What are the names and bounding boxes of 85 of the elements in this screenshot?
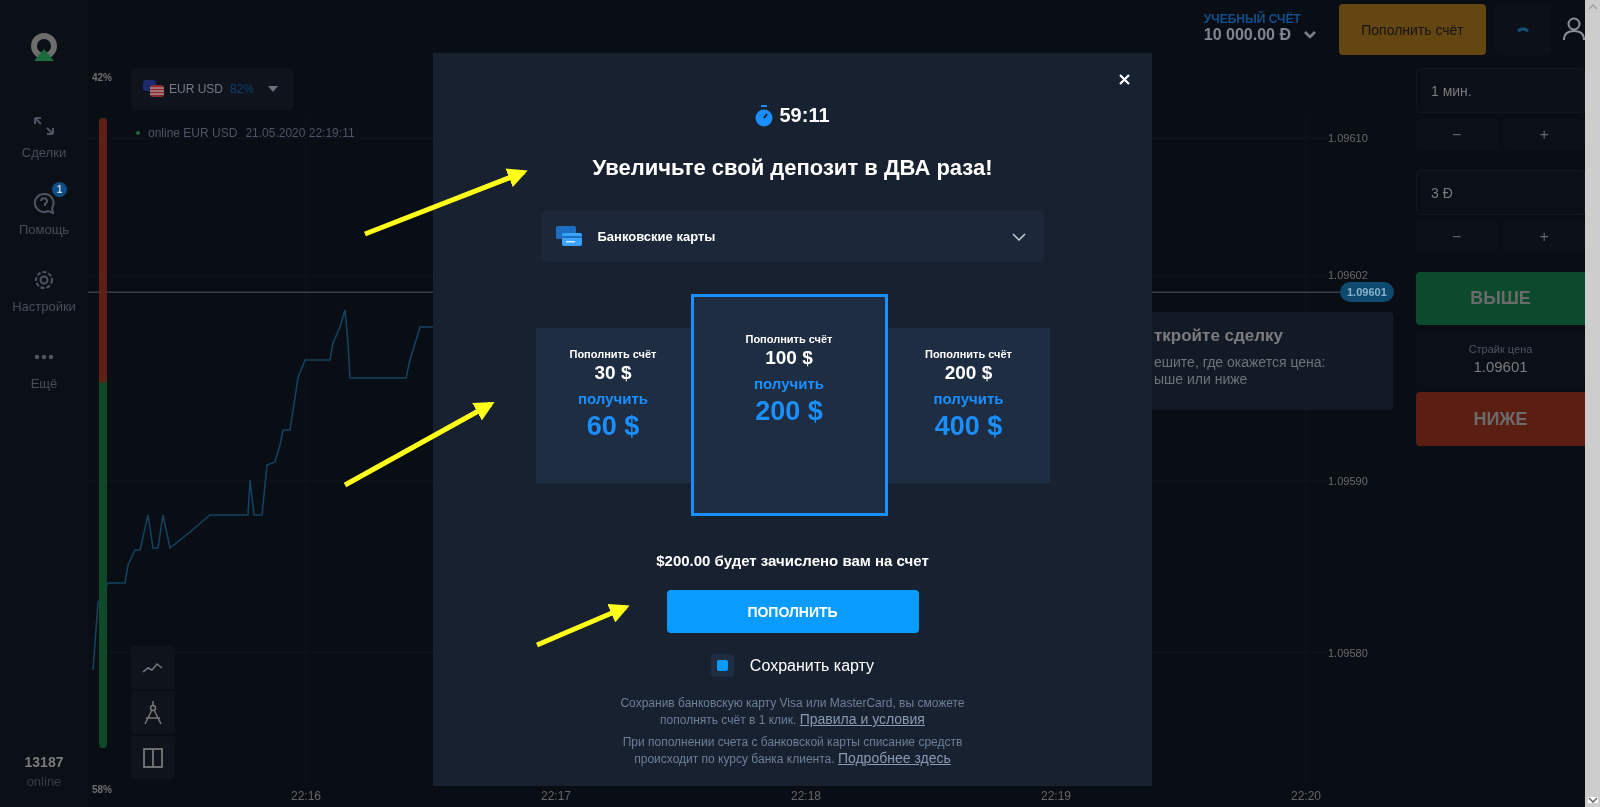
strike-label: Страйк цена [1468,342,1533,355]
time-field[interactable]: 1 мин. [1416,68,1585,113]
checkbox[interactable] [710,654,734,677]
payment-method-dropdown[interactable]: Банковские карты [541,211,1044,262]
sidebar-item[interactable]: Сделки [15,105,73,160]
info-note: Сохранив банковскую карту Visa или MasterCard, вы сможете пополнять счёт в 1 клик. Правила и условия [619,695,966,728]
status-dot-icon [136,131,140,135]
deposit-offer-card[interactable]: Пополнить счёт 30 $ получить 60 $ [535,327,691,483]
chevron-down-icon [1011,232,1026,241]
lower-button[interactable]: НИЖЕ [1416,392,1585,446]
deposit-offer-card[interactable]: Пополнить счёт 200 $ получить 400 $ [887,327,1050,483]
hint-text: ешите, где окажется цена: [1154,354,1327,371]
bonus-amount: 400 $ [934,411,1003,442]
time-label: 22:20 [1291,789,1321,803]
time-label: 22:17 [541,789,571,803]
offer-label: Пополнить счёт [745,333,833,345]
minus-button[interactable]: − [1416,119,1498,150]
scroll-down-icon[interactable] [1587,797,1598,803]
dialog-title: Увеличьте свой депозит в ДВА раза! [592,155,993,181]
caret-icon [268,86,279,92]
plus-button[interactable]: + [1503,119,1585,150]
price-label: 1.09590 [1328,475,1368,487]
help-icon [33,192,55,214]
bonus-label: получить [578,390,648,407]
offer-amount: 30 $ [594,362,632,384]
time-label: 22:19 [1041,789,1071,803]
compass-button[interactable] [131,691,175,734]
scrollbar[interactable] [1585,0,1600,807]
deposit-submit-button[interactable]: ПОПОЛНИТЬ [666,590,919,633]
time-label: 22:16 [291,789,321,803]
price-label: 1.09580 [1328,646,1368,659]
dash-icon [1517,26,1529,33]
price-label: 1.09610 [1328,132,1368,144]
countdown-timer: 59:11 [779,104,830,127]
sidebar-item[interactable]: Настройки [6,259,82,314]
diagonal-arrows-icon [33,116,55,136]
split-view-icon [143,747,163,768]
sidebar-item[interactable]: Ещё [24,336,64,391]
info-link[interactable]: Правила и условия [799,711,925,727]
deposit-button[interactable]: Пополнить счёт [1339,4,1486,55]
time-label: 22:18 [791,789,821,803]
bonus-amount: 60 $ [586,411,640,442]
sidebar-item[interactable]: 1 Помощь [12,182,76,237]
notification-badge: 1 [52,182,67,197]
bank-cards-icon [555,225,584,248]
offer-label: Пополнить счёт [569,348,657,360]
close-icon[interactable] [1119,74,1130,85]
info-link[interactable]: Подробнее здесь [837,750,951,766]
plus-button[interactable]: + [1503,221,1585,252]
more-icon [34,354,54,360]
amount-field[interactable]: 3 Đ [1416,170,1585,215]
asset-selector[interactable]: EUR USD 82% [131,68,295,110]
offer-amount: 200 $ [944,362,993,384]
status-time: 21.05.2020 22:19:11 [245,126,355,140]
split-view-button[interactable] [131,736,175,779]
flag-icon [143,80,165,98]
offer-amount: 100 $ [765,347,813,369]
hint-title: ткройте сделку [1154,326,1285,346]
higher-button[interactable]: ВЫШЕ [1416,272,1585,325]
line-chart-icon [142,661,164,674]
info-note: При пополнении счета с банковской карты списание средств происходит по курсу банка клиента. Подробнее здесь [621,734,964,767]
strike-price: 1.09601 [1473,357,1528,375]
minus-button[interactable]: − [1416,221,1498,252]
credit-summary: $200.00 будет зачислено вам на счет [656,552,929,569]
sentiment-percent: 42% [92,72,112,83]
bonus-amount: 200 $ [755,396,823,427]
compass-icon [142,699,164,726]
hint-text: ыше или ниже [1154,371,1249,388]
online-count: 13187 [24,754,64,770]
price-label: 1.09602 [1328,269,1368,282]
bonus-label: получить [933,390,1004,407]
deposit-offer-card[interactable]: Пополнить счёт 100 $ получить 200 $ [690,294,888,516]
checkbox-label: Сохранить карту [749,656,875,675]
bonus-label: получить [754,375,824,392]
stopwatch-icon [755,104,774,127]
account-type: УЧЕБНЫЙ СЧЁТ [1203,12,1302,26]
sentiment-percent: 58% [92,784,112,795]
chevron-down-icon[interactable] [1303,30,1317,40]
logo-icon [29,33,59,63]
user-icon[interactable] [1563,17,1585,41]
offer-label: Пополнить счёт [924,348,1012,360]
current-price-badge: 1.09601 [1340,282,1394,303]
account-balance: 10 000.00 Đ [1203,26,1291,44]
status-label: online EUR USD [148,126,238,140]
settings-icon [33,269,55,291]
